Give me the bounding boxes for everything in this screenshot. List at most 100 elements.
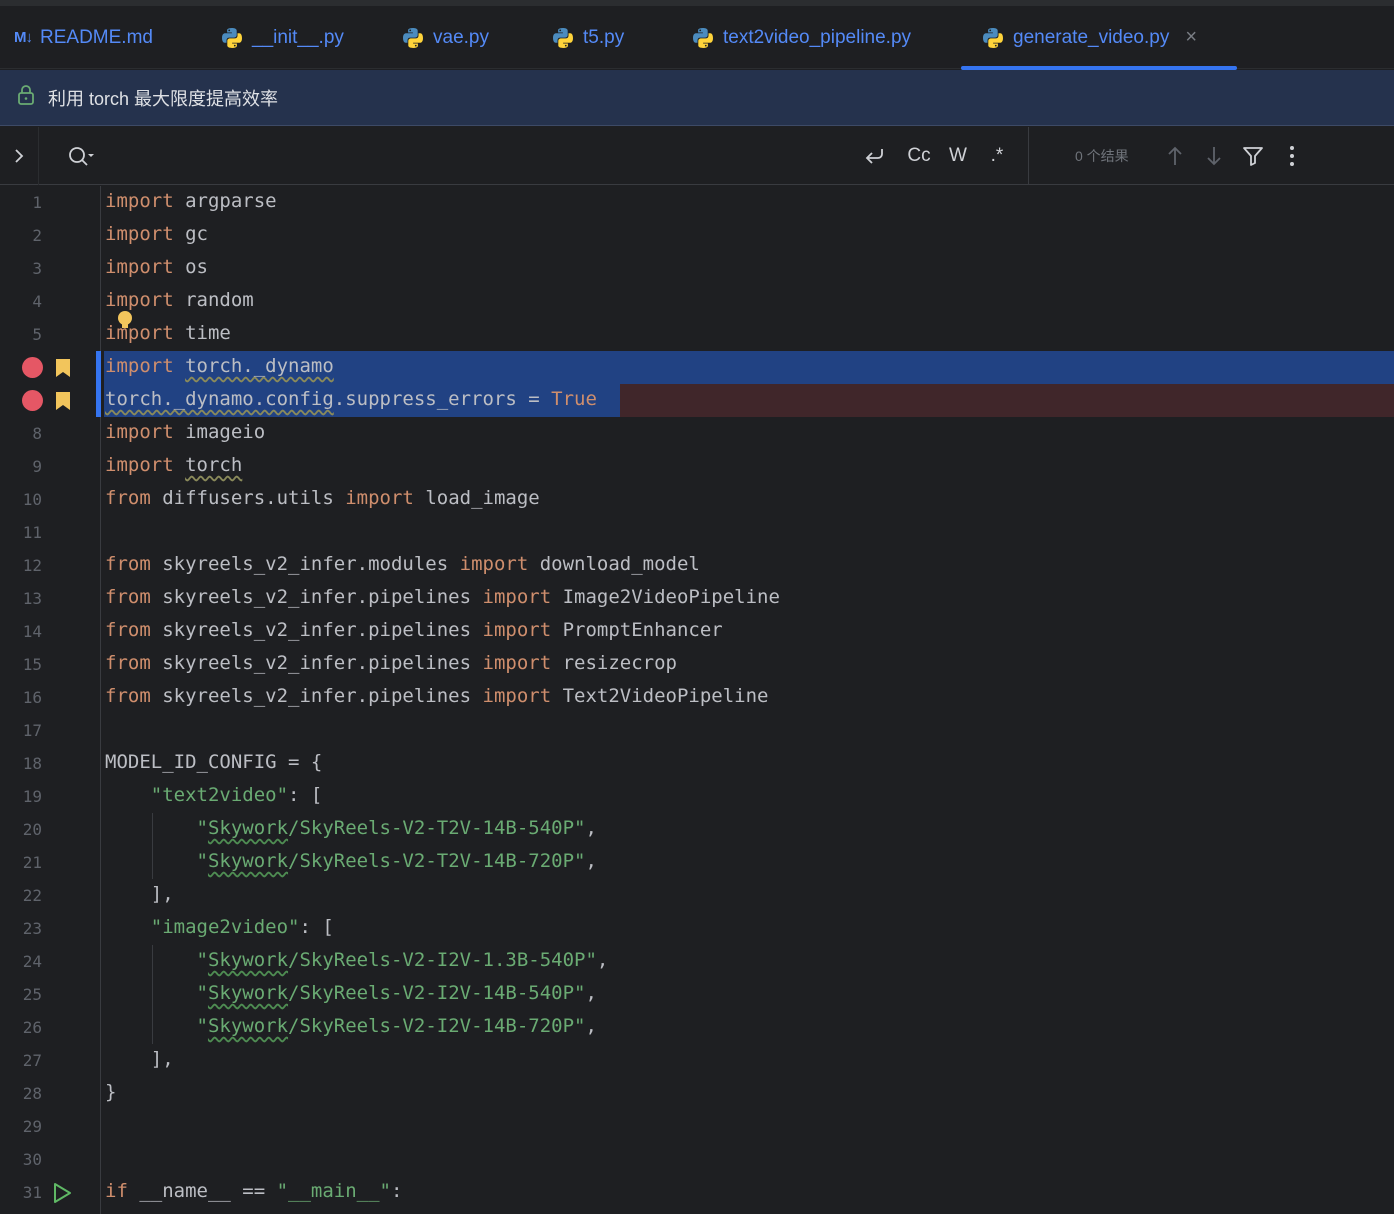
bookmark-icon[interactable] xyxy=(55,391,71,416)
code-line[interactable]: 2 import gc xyxy=(0,219,1394,252)
line-number: 17 xyxy=(22,721,42,740)
tab-generate-video-py[interactable]: generate_video.py × xyxy=(960,6,1238,70)
line-number: 10 xyxy=(22,490,42,509)
tab-vae-py[interactable]: vae.py xyxy=(401,6,489,69)
tab-readme[interactable]: M↓ README.md xyxy=(14,6,153,69)
code-line[interactable]: 31 if __name__ == "__main__": xyxy=(0,1176,1394,1209)
whole-word-toggle[interactable]: W xyxy=(944,127,972,185)
line-number: 14 xyxy=(22,622,42,641)
regex-toggle[interactable]: .* xyxy=(982,127,1012,185)
code-line[interactable]: import torch._dynamo xyxy=(0,351,1394,384)
search-history-button[interactable] xyxy=(66,127,98,185)
arrow-up-icon xyxy=(1168,146,1182,165)
divider xyxy=(38,127,39,185)
code-text: from skyreels_v2_infer.pipelines import … xyxy=(105,652,677,674)
line-number: 26 xyxy=(22,1018,42,1037)
tab-label: README.md xyxy=(40,26,153,48)
line-number: 13 xyxy=(22,589,42,608)
code-line[interactable]: 27 ], xyxy=(0,1044,1394,1077)
code-line[interactable]: 17 xyxy=(0,714,1394,747)
code-text: ], xyxy=(105,1048,174,1070)
code-line[interactable]: 30 xyxy=(0,1143,1394,1176)
code-text: import gc xyxy=(105,223,208,245)
preserve-newline-toggle[interactable] xyxy=(860,127,890,185)
code-text: "text2video": [ xyxy=(150,784,323,806)
run-icon[interactable] xyxy=(52,1182,72,1209)
match-case-toggle[interactable]: Cc xyxy=(902,127,936,185)
code-line[interactable]: torch._dynamo.config.suppress_errors = T… xyxy=(0,384,1394,417)
filter-icon xyxy=(1243,147,1263,166)
code-line[interactable]: 1 import argparse xyxy=(0,186,1394,219)
arrow-down-icon xyxy=(1207,147,1221,166)
expand-replace-button[interactable] xyxy=(8,127,30,185)
code-line[interactable]: 21 "Skywork/SkyReels-V2-T2V-14B-720P", xyxy=(0,846,1394,879)
python-icon xyxy=(691,26,715,50)
code-line[interactable]: 3 import os xyxy=(0,252,1394,285)
tab-text2video-pipeline-py[interactable]: text2video_pipeline.py xyxy=(691,6,911,69)
python-icon xyxy=(401,26,425,50)
code-line[interactable]: 28} xyxy=(0,1077,1394,1110)
code-line[interactable]: 13 from skyreels_v2_infer.pipelines impor… xyxy=(0,582,1394,615)
code-line[interactable]: 25 "Skywork/SkyReels-V2-I2V-14B-540P", xyxy=(0,978,1394,1011)
breakpoint-icon[interactable] xyxy=(22,390,43,411)
code-line[interactable]: 16 from skyreels_v2_infer.pipelines impor… xyxy=(0,681,1394,714)
code-text: MODEL_ID_CONFIG = { xyxy=(105,751,323,773)
find-bar: Cc W .* 0 个结果 xyxy=(0,127,1394,185)
code-line[interactable]: 12 from skyreels_v2_infer.modules import … xyxy=(0,549,1394,582)
lightbulb-icon[interactable] xyxy=(117,310,133,337)
search-icon xyxy=(69,147,94,166)
line-number: 8 xyxy=(32,424,42,443)
line-number: 25 xyxy=(22,985,42,1004)
tab-init-py[interactable]: __init__.py xyxy=(220,6,344,69)
code-line[interactable]: 20 "Skywork/SkyReels-V2-T2V-14B-540P", xyxy=(0,813,1394,846)
code-text: import os xyxy=(105,256,208,278)
more-options-button[interactable] xyxy=(1280,127,1304,185)
breakpoint-icon[interactable] xyxy=(22,357,43,378)
code-line[interactable]: 8 import imageio xyxy=(0,417,1394,450)
editor-tab-bar: M↓ README.md __init__.py vae.py t5.py te… xyxy=(0,6,1394,70)
code-line[interactable]: 9 import torch xyxy=(0,450,1394,483)
code-line[interactable]: 4 import random xyxy=(0,285,1394,318)
line-number: 19 xyxy=(22,787,42,806)
code-line[interactable]: 11 xyxy=(0,516,1394,549)
code-line[interactable]: 26 "Skywork/SkyReels-V2-I2V-14B-720P", xyxy=(0,1011,1394,1044)
line-number: 28 xyxy=(22,1084,42,1103)
code-line[interactable]: 22 ], xyxy=(0,879,1394,912)
line-number: 22 xyxy=(22,886,42,905)
code-text: ], xyxy=(105,883,174,905)
code-text: "Skywork/SkyReels-V2-T2V-14B-540P", xyxy=(196,817,597,839)
close-tab-icon[interactable]: × xyxy=(1185,26,1197,49)
divider xyxy=(1028,127,1029,185)
bookmark-icon[interactable] xyxy=(55,358,71,383)
line-number: 9 xyxy=(32,457,42,476)
indent-guide xyxy=(152,945,153,1044)
code-line[interactable]: 5 import time xyxy=(0,311,1394,351)
code-text: import imageio xyxy=(105,421,266,443)
previous-occurrence-button[interactable] xyxy=(1162,127,1188,185)
code-line[interactable]: 24 "Skywork/SkyReels-V2-I2V-1.3B-540P", xyxy=(0,945,1394,978)
code-text: "Skywork/SkyReels-V2-T2V-14B-720P", xyxy=(196,850,597,872)
filter-button[interactable] xyxy=(1240,127,1266,185)
line-number: 12 xyxy=(22,556,42,575)
tab-t5-py[interactable]: t5.py xyxy=(551,6,624,69)
code-line[interactable]: 10 from diffusers.utils import load_image xyxy=(0,483,1394,516)
more-vertical-icon xyxy=(1290,146,1294,166)
lock-icon xyxy=(16,84,36,111)
line-number: 2 xyxy=(32,226,42,245)
next-occurrence-button[interactable] xyxy=(1201,127,1227,185)
code-line[interactable]: 29 xyxy=(0,1110,1394,1143)
selection-marker xyxy=(96,351,101,417)
code-line[interactable]: 23 "image2video": [ xyxy=(0,912,1394,945)
code-line[interactable]: 19 "text2video": [ xyxy=(0,780,1394,813)
code-line[interactable]: 18 MODEL_ID_CONFIG = { xyxy=(0,747,1394,780)
code-text: "image2video": [ xyxy=(150,916,334,938)
code-line[interactable]: 14 from skyreels_v2_infer.pipelines impor… xyxy=(0,615,1394,648)
tab-label: __init__.py xyxy=(252,26,344,48)
code-editor[interactable]: 1 import argparse 2 import gc 3 import os 4 imp… xyxy=(0,186,1394,1214)
code-line[interactable]: 15 from skyreels_v2_infer.pipelines impor… xyxy=(0,648,1394,681)
code-text: from skyreels_v2_infer.modules import do… xyxy=(105,553,700,575)
code-text: "Skywork/SkyReels-V2-I2V-14B-720P", xyxy=(196,1015,597,1037)
code-text: import argparse xyxy=(105,190,277,212)
line-number: 24 xyxy=(22,952,42,971)
newline-icon xyxy=(865,149,883,164)
